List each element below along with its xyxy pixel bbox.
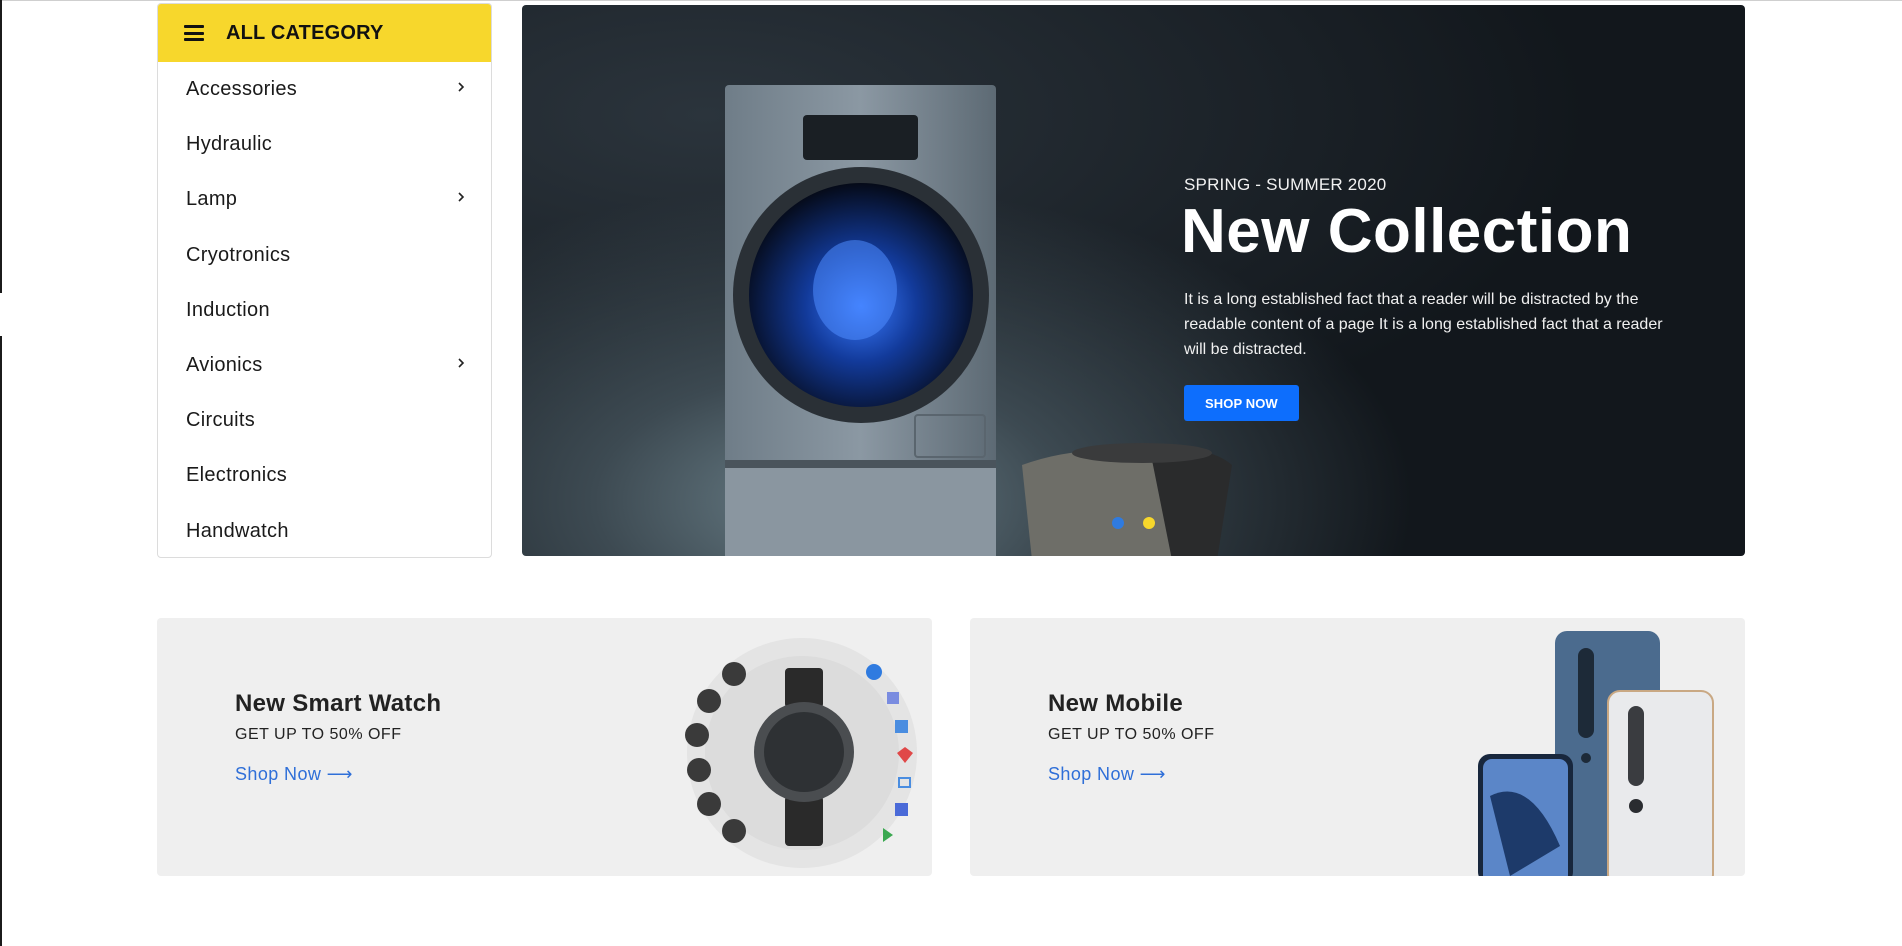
promo-text: New Smart Watch GET UP TO 50% OFF Shop N…: [235, 690, 441, 785]
mobile-phones-image: [1478, 631, 1714, 876]
hero-title: New Collection: [1181, 197, 1633, 266]
washing-machine-image: [725, 85, 996, 556]
chevron-right-icon: [453, 79, 469, 95]
hero-subtitle: SPRING - SUMMER 2020: [1184, 175, 1387, 194]
hero-slider: SPRING - SUMMER 2020 New Collection It i…: [522, 5, 1745, 556]
shop-now-link[interactable]: Shop Now ⟶: [1048, 764, 1166, 785]
slider-pagination: [1112, 517, 1155, 529]
category-label: Induction: [186, 298, 270, 321]
category-label: Hydraulic: [186, 133, 273, 156]
category-label: Handwatch: [186, 519, 289, 542]
shop-now-button[interactable]: SHOP NOW: [1184, 385, 1299, 421]
shop-now-link[interactable]: Shop Now ⟶: [235, 764, 353, 785]
smart-watch-image: [685, 638, 917, 868]
category-label: Circuits: [186, 409, 256, 432]
hero-description: It is a long established fact that a rea…: [1184, 291, 1663, 358]
category-item-induction[interactable]: Induction: [158, 283, 491, 338]
promo-card-smart-watch[interactable]: New Smart Watch GET UP TO 50% OFF Shop N…: [157, 618, 932, 876]
category-item-lamp[interactable]: Lamp: [158, 172, 491, 227]
promo-text: New Mobile GET UP TO 50% OFF Shop Now ⟶: [1048, 690, 1214, 785]
category-item-handwatch[interactable]: Handwatch: [158, 504, 491, 559]
all-category-toggle[interactable]: ALL CATEGORY: [158, 4, 491, 62]
category-label: Lamp: [186, 188, 238, 211]
category-item-electronics[interactable]: Electronics: [158, 448, 491, 503]
chevron-right-icon: [453, 189, 469, 205]
laundry-basket-image: [1022, 443, 1232, 556]
promo-subtitle: GET UP TO 50% OFF: [235, 726, 402, 743]
category-list: Accessories Hydraulic Lamp Cryotronics I…: [158, 62, 491, 559]
slide-dot-2[interactable]: [1143, 517, 1155, 529]
top-border: [0, 0, 1902, 1]
window-left-border: [0, 0, 2, 946]
category-item-cryotronics[interactable]: Cryotronics: [158, 228, 491, 283]
hamburger-menu-icon: [184, 25, 204, 41]
slide-dot-1[interactable]: [1112, 517, 1124, 529]
category-label: Electronics: [186, 464, 288, 487]
category-item-circuits[interactable]: Circuits: [158, 393, 491, 448]
category-label: Cryotronics: [186, 243, 291, 266]
hero-content: SPRING - SUMMER 2020 New Collection It i…: [1181, 175, 1704, 421]
category-label: Avionics: [186, 354, 263, 377]
promo-card-mobile[interactable]: New Mobile GET UP TO 50% OFF Shop Now ⟶: [970, 618, 1745, 876]
category-label: Accessories: [186, 78, 298, 101]
category-item-avionics[interactable]: Avionics: [158, 338, 491, 393]
category-title: ALL CATEGORY: [226, 21, 384, 44]
promo-subtitle: GET UP TO 50% OFF: [1048, 726, 1215, 743]
promo-title: New Smart Watch: [235, 690, 442, 717]
category-sidebar: ALL CATEGORY Accessories Hydraulic Lamp …: [157, 3, 492, 558]
promo-title: New Mobile: [1048, 690, 1184, 717]
category-item-accessories[interactable]: Accessories: [158, 62, 491, 117]
category-item-hydraulic[interactable]: Hydraulic: [158, 117, 491, 172]
chevron-right-icon: [453, 355, 469, 371]
